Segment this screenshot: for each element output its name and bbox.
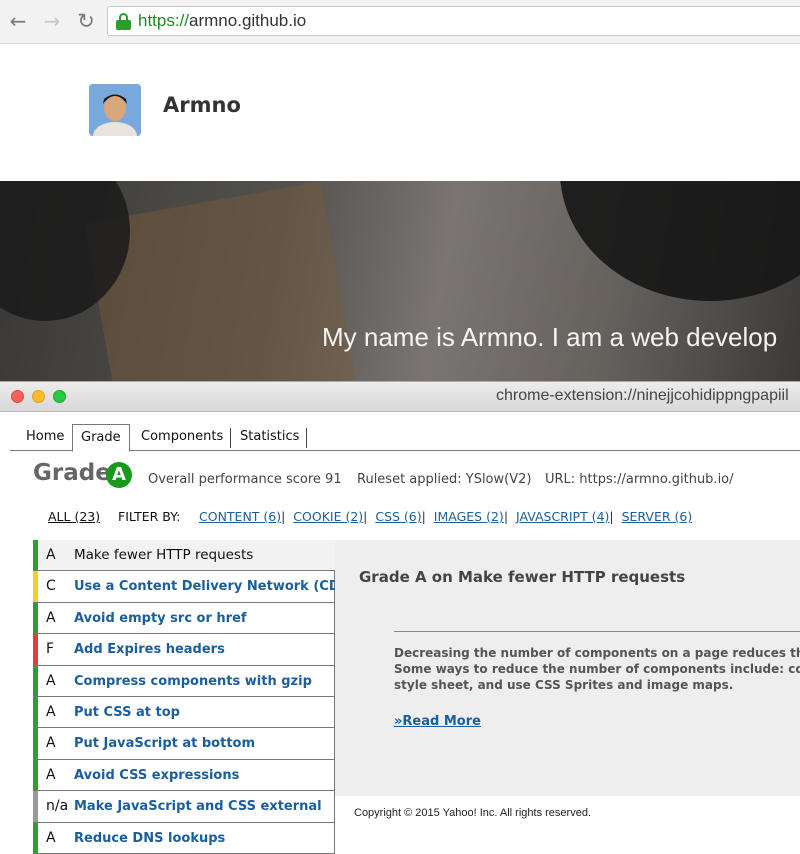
- grade-color-bar: [33, 571, 38, 602]
- rule-label[interactable]: Put CSS at top: [74, 705, 180, 720]
- detail-line: Decreasing the number of components on a…: [394, 646, 800, 660]
- grade-color-bar: [33, 634, 38, 665]
- avatar[interactable]: [89, 84, 141, 136]
- tab-divider: [230, 428, 231, 448]
- tab-grade[interactable]: Grade: [72, 424, 130, 452]
- rule-row[interactable]: C Use a Content Delivery Network (CDN): [33, 571, 356, 603]
- rule-label[interactable]: Add Expires headers: [74, 642, 225, 657]
- rule-grade: n/a: [46, 798, 69, 815]
- filter-divider: |: [503, 509, 509, 524]
- grade-color-bar: [33, 696, 38, 728]
- rule-grade: F: [46, 641, 55, 658]
- filter-cookie[interactable]: COOKIE (2): [293, 509, 363, 524]
- popup-title: chrome-extension://ninejjcohidippngpapii…: [496, 387, 789, 404]
- grade-color-bar: [33, 665, 38, 696]
- rule-grade: C: [46, 578, 56, 595]
- analyzed-url: URL: https://armno.github.io/: [545, 472, 734, 487]
- rule-label[interactable]: Make fewer HTTP requests: [74, 547, 253, 563]
- arrow-right-icon[interactable]: →: [40, 9, 64, 33]
- tab-bar: Home Grade Components Statistics: [10, 424, 800, 452]
- rule-list: A Make fewer HTTP requests C Use a Content …: [33, 540, 356, 854]
- rule-label[interactable]: Compress components with gzip: [74, 674, 312, 689]
- minimize-window-icon[interactable]: [32, 390, 45, 403]
- filter-links: CONTENT (6)| COOKIE (2)| CSS (6)| IMAGES…: [199, 509, 692, 524]
- rule-row[interactable]: A Make fewer HTTP requests: [33, 540, 335, 572]
- rule-row[interactable]: A Put CSS at top: [33, 696, 335, 729]
- detail-description: Decreasing the number of components on a…: [394, 645, 800, 693]
- filter-divider: |: [363, 509, 368, 524]
- rule-grade: A: [46, 829, 56, 846]
- detail-line: Some ways to reduce the number of compon…: [394, 662, 800, 676]
- arrow-left-icon[interactable]: ←: [6, 9, 30, 33]
- detail-line: style sheet, and use CSS Sprites and ima…: [394, 678, 734, 692]
- grade-color-bar: [33, 728, 38, 759]
- rule-grade: A: [46, 766, 56, 783]
- filter-images[interactable]: IMAGES (2): [434, 509, 504, 524]
- rule-label[interactable]: Put JavaScript at bottom: [74, 736, 255, 751]
- rule-grade: A: [46, 672, 56, 689]
- filter-content[interactable]: CONTENT (6): [199, 509, 281, 524]
- filter-all[interactable]: ALL (23): [48, 509, 100, 524]
- url-host: armno.github.io: [189, 11, 307, 30]
- tab-components[interactable]: Components: [133, 424, 231, 450]
- rule-row[interactable]: A Put JavaScript at bottom: [33, 728, 335, 760]
- rule-label[interactable]: Avoid empty src or href: [74, 611, 247, 626]
- rule-label[interactable]: Make JavaScript and CSS external: [74, 799, 322, 814]
- ruleset-applied: Ruleset applied: YSlow(V2): [357, 472, 532, 487]
- close-window-icon[interactable]: [11, 390, 24, 403]
- rule-row[interactable]: A Avoid empty src or href: [33, 602, 335, 635]
- rule-grade: A: [46, 609, 56, 626]
- copyright: Copyright © 2015 Yahoo! Inc. All rights …: [354, 807, 591, 819]
- hero-text: My name is Armno. I am a web develop: [322, 322, 778, 352]
- grade-color-bar: [33, 791, 38, 822]
- filter-server[interactable]: SERVER (6): [622, 509, 693, 524]
- rule-label[interactable]: Use a Content Delivery Network (CDN): [74, 579, 356, 594]
- grade-color-bar: [33, 822, 38, 853]
- hero-banner: My name is Armno. I am a web develop: [0, 181, 800, 381]
- filter-by-label: FILTER BY:: [118, 509, 181, 524]
- grade-color-bar: [33, 759, 38, 791]
- site-name[interactable]: Armno: [163, 93, 241, 117]
- browser-toolbar: ← → ↻ https://armno.github.io: [0, 0, 800, 44]
- filter-divider: |: [421, 509, 426, 524]
- grade-badge: A: [106, 462, 132, 488]
- tab-statistics[interactable]: Statistics: [232, 424, 307, 450]
- rule-row[interactable]: n/a Make JavaScript and CSS external: [33, 791, 335, 823]
- read-more-link[interactable]: »Read More: [394, 714, 481, 729]
- maximize-window-icon[interactable]: [53, 390, 66, 403]
- filter-css[interactable]: CSS (6): [375, 509, 421, 524]
- rule-grade: A: [46, 703, 56, 720]
- detail-divider: [394, 631, 800, 632]
- filter-javascript[interactable]: JAVASCRIPT (4): [516, 509, 609, 524]
- grade-color-bar: [33, 540, 38, 571]
- rule-grade: A: [46, 547, 56, 563]
- tab-home[interactable]: Home: [18, 424, 72, 450]
- url-scheme: https://: [138, 11, 190, 30]
- url-text[interactable]: https://armno.github.io: [138, 11, 306, 31]
- address-bar[interactable]: https://armno.github.io: [107, 6, 800, 36]
- rule-detail-panel: Grade A on Make fewer HTTP requests Decr…: [335, 540, 800, 796]
- popup-titlebar: chrome-extension://ninejjcohidippngpapii…: [0, 382, 800, 412]
- grade-color-bar: [33, 602, 38, 634]
- filter-divider: |: [609, 509, 614, 524]
- rule-row[interactable]: F Add Expires headers: [33, 634, 335, 666]
- detail-title: Grade A on Make fewer HTTP requests: [359, 568, 686, 586]
- filter-divider: |: [281, 509, 286, 524]
- rule-label[interactable]: Avoid CSS expressions: [74, 768, 239, 783]
- tab-divider: [306, 428, 307, 448]
- rule-row[interactable]: A Avoid CSS expressions: [33, 759, 335, 792]
- grade-heading: Grade: [33, 460, 111, 486]
- reload-icon[interactable]: ↻: [74, 9, 98, 33]
- rule-row[interactable]: A Reduce DNS lookups: [33, 822, 335, 854]
- rule-row[interactable]: A Compress components with gzip: [33, 665, 335, 697]
- overall-score: Overall performance score 91: [148, 472, 342, 487]
- rule-grade: A: [46, 735, 56, 752]
- lock-icon: [116, 13, 131, 30]
- rule-label[interactable]: Reduce DNS lookups: [74, 831, 225, 846]
